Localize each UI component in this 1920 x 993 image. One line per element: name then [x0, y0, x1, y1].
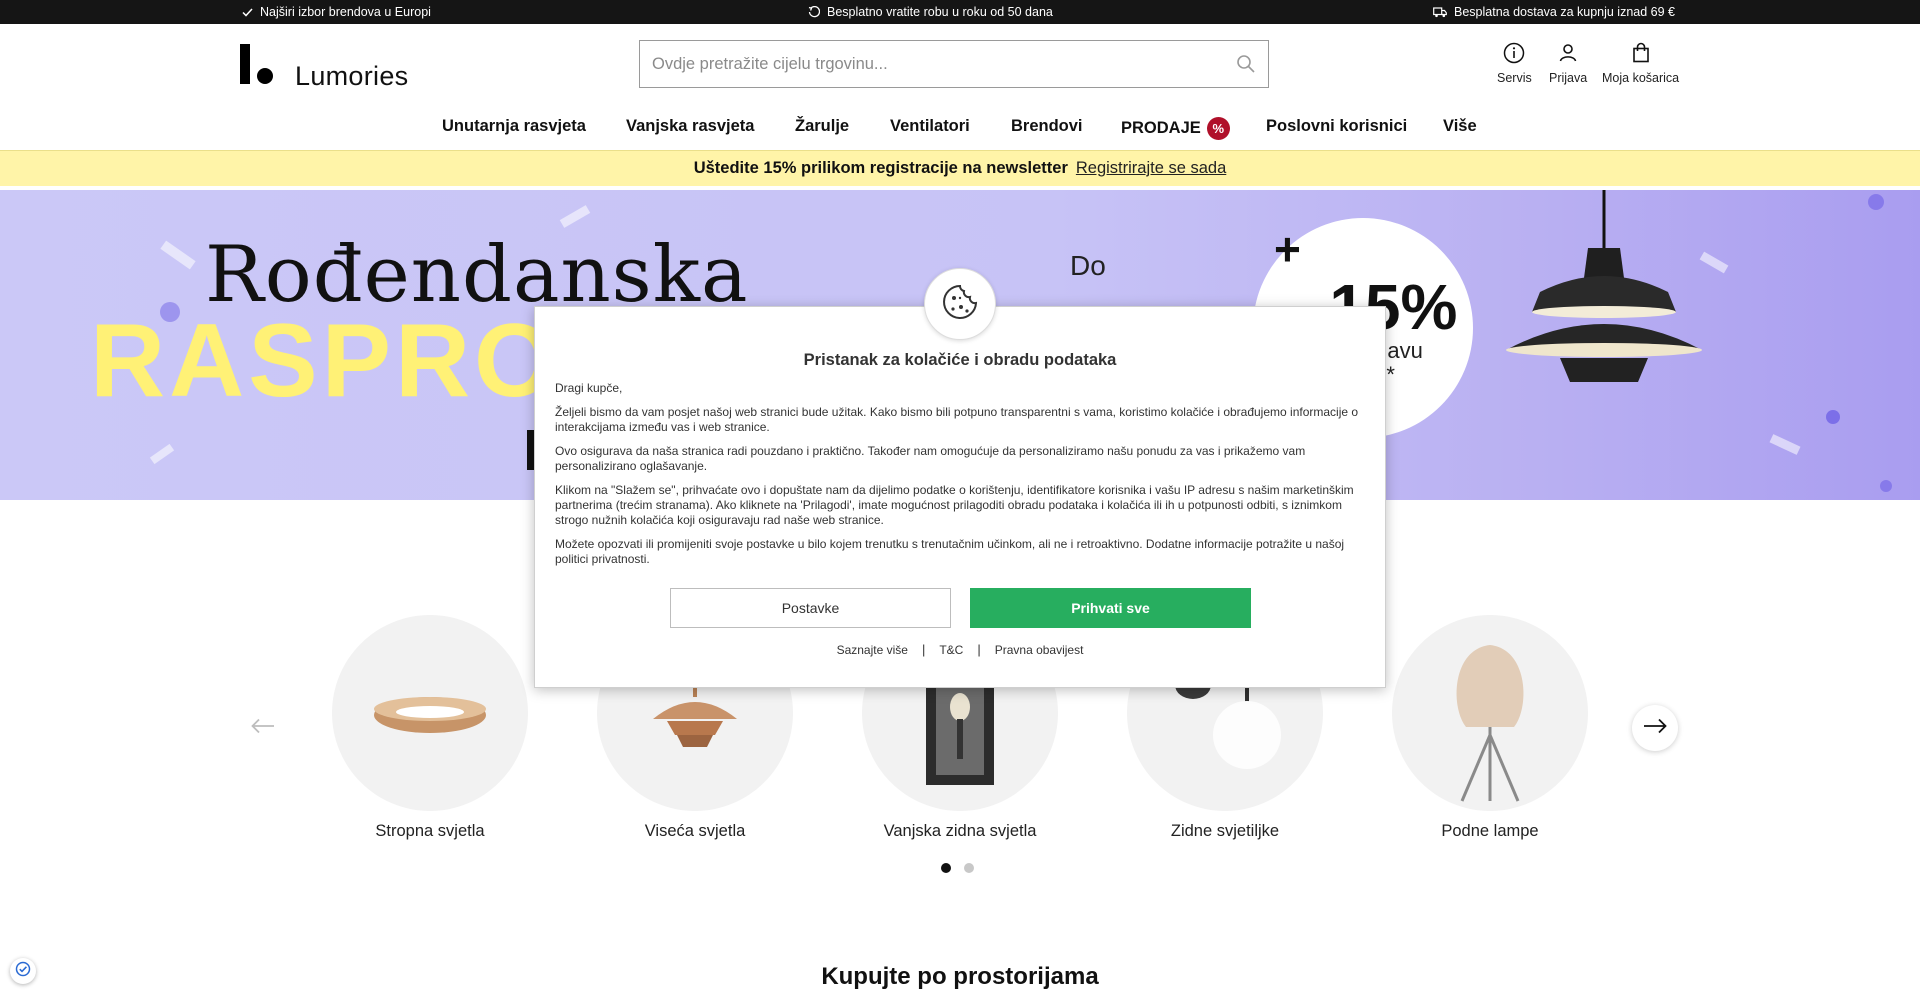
search-box	[639, 40, 1269, 88]
link-separator: |	[977, 642, 981, 657]
logo-text: Lumories	[295, 61, 409, 91]
nav-fans[interactable]: Ventilatori	[890, 117, 970, 136]
usp-shipping: Besplatna dostava za kupnju iznad 69 €	[1433, 0, 1675, 24]
nav-label: Poslovni korisnici	[1266, 117, 1408, 135]
category-label: Podne lampe	[1441, 822, 1539, 840]
carousel-next-button[interactable]	[1632, 705, 1678, 751]
cookie-settings-button[interactable]: Postavke	[670, 588, 951, 628]
service-button[interactable]: Servis	[1497, 42, 1532, 85]
category-image	[332, 615, 528, 811]
legal-notice-link[interactable]: Pravna obavijest	[995, 643, 1084, 657]
newsletter-text: Uštedite 15% prilikom registracije na ne…	[693, 159, 1068, 177]
shopping-bag-icon	[1630, 42, 1652, 64]
login-label: Prijava	[1549, 71, 1588, 85]
info-icon	[1503, 42, 1525, 64]
service-label: Servis	[1497, 71, 1532, 85]
shop-by-room-heading: Kupujte po prostorijama	[821, 963, 1099, 990]
category-label: Zidne svjetiljke	[1170, 822, 1280, 840]
nav-outdoor-lighting[interactable]: Vanjska rasvjeta	[626, 117, 754, 136]
return-icon	[808, 6, 820, 18]
consent-settings-badge[interactable]	[10, 958, 36, 984]
carousel-prev-button[interactable]	[240, 705, 286, 751]
arrow-right-icon	[1643, 718, 1667, 739]
login-button[interactable]: Prijava	[1549, 42, 1587, 85]
search-input[interactable]	[640, 41, 1220, 87]
cookie-dialog-body: Dragi kupče, Željeli bismo da vam posjet…	[555, 381, 1367, 576]
category-label: Vanjska zidna svjetla	[883, 822, 1037, 840]
usp-shipping-text: Besplatna dostava za kupnju iznad 69 €	[1454, 5, 1675, 19]
carousel-dot-2[interactable]	[964, 863, 974, 873]
link-separator: |	[921, 642, 926, 657]
nav-business[interactable]: Poslovni korisnici	[1266, 117, 1407, 136]
category-label: Stropna svjetla	[375, 822, 485, 840]
nav-indoor-lighting[interactable]: Unutarnja rasvjeta	[442, 117, 586, 136]
cookie-paragraph-3: Klikom na "Slažem se", prihvaćate ovo i …	[555, 483, 1354, 527]
arrow-left-icon	[251, 718, 275, 739]
cookie-accept-all-button[interactable]: Prihvati sve	[970, 588, 1251, 628]
top-info-bar: Najširi izbor brendova u Europi Besplatn…	[0, 0, 1920, 24]
pendant-lamp-image	[1506, 190, 1702, 382]
nav-label: Vanjska rasvjeta	[626, 117, 755, 135]
logo-dot	[257, 68, 273, 84]
nav-label: Žarulje	[795, 117, 850, 135]
nav-bulbs[interactable]: Žarulje	[795, 117, 849, 136]
nav-label: Više	[1443, 117, 1477, 135]
cookie-paragraph-1: Željeli bismo da vam posjet našoj web st…	[555, 405, 1359, 434]
check-icon	[242, 7, 253, 17]
usp-returns: Besplatno vratite robu u roku od 50 dana	[808, 0, 1053, 24]
logo-bar	[240, 44, 250, 84]
nav-sale[interactable]: PRODAJE%	[1121, 117, 1230, 140]
site-header: Lumories Servis Prijava Moja košarica	[0, 24, 1920, 110]
cookie-paragraph-2: Ovo osigurava da naša stranica radi pouz…	[555, 444, 1306, 473]
cookie-logo	[924, 268, 996, 340]
nav-more[interactable]: Više	[1443, 117, 1477, 136]
carousel-pagination	[941, 863, 974, 873]
usp-brands: Najširi izbor brendova u Europi	[242, 0, 431, 24]
hero-title-sale: RASPRO	[90, 303, 559, 419]
cart-label: Moja košarica	[1602, 71, 1680, 85]
newsletter-bar: Uštedite 15% prilikom registracije na ne…	[0, 150, 1920, 186]
hero-do: Do	[1070, 250, 1106, 281]
search-icon[interactable]	[1236, 54, 1256, 79]
cookie-paragraph-4: Možete opozvati ili promijeniti svoje po…	[555, 537, 1345, 566]
nav-label: PRODAJE	[1121, 119, 1201, 137]
hero-plus: +	[1274, 223, 1301, 275]
cart-button[interactable]: Moja košarica	[1602, 42, 1679, 85]
usp-returns-text: Besplatno vratite robu u roku od 50 dana	[827, 5, 1053, 19]
nav-label: Unutarnja rasvjeta	[442, 117, 586, 135]
nav-label: Brendovi	[1011, 117, 1083, 135]
carousel-dot-1[interactable]	[941, 863, 951, 873]
cookie-icon	[940, 282, 980, 327]
cookie-dialog-title: Pristanak za kolačiće i obradu podataka	[803, 351, 1117, 369]
truck-icon	[1433, 6, 1447, 18]
nav-brands[interactable]: Brendovi	[1011, 117, 1083, 136]
logo[interactable]: Lumories	[240, 44, 415, 91]
category-label: Viseća svjetla	[644, 822, 746, 840]
usp-brands-text: Najširi izbor brendova u Europi	[260, 5, 431, 19]
newsletter-register-link[interactable]: Registrirajte se sada	[1076, 159, 1226, 178]
cookie-links: Saznajte više | T&C | Pravna obavijest	[535, 642, 1385, 657]
main-nav: Unutarnja rasvjeta Vanjska rasvjeta Žaru…	[0, 110, 1920, 150]
shield-check-icon	[15, 961, 31, 982]
terms-link[interactable]: T&C	[939, 643, 963, 657]
category-image	[1392, 615, 1588, 811]
cookie-greeting: Dragi kupče,	[555, 381, 623, 395]
sale-badge: %	[1206, 117, 1230, 140]
user-icon	[1557, 42, 1579, 64]
learn-more-link[interactable]: Saznajte više	[837, 643, 908, 657]
cookie-consent-dialog: Pristanak za kolačiće i obradu podataka …	[534, 306, 1386, 688]
nav-label: Ventilatori	[890, 117, 970, 135]
